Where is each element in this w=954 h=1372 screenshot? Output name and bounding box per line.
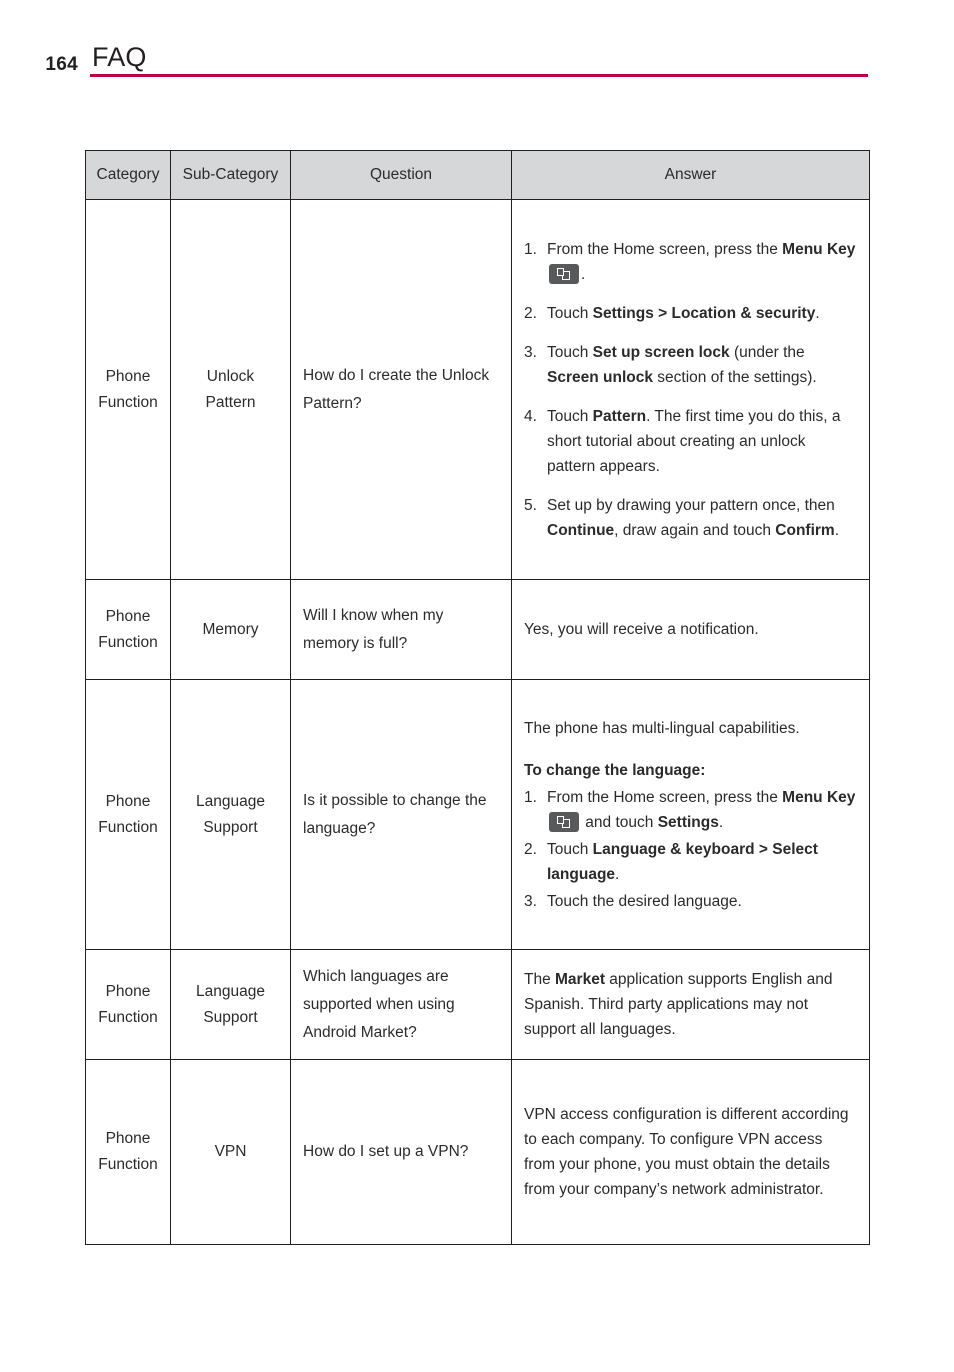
- column-header-category: Category: [85, 150, 171, 200]
- cell-subcategory: Unlock Pattern: [170, 199, 291, 580]
- page-header: 164 FAQ: [0, 40, 954, 86]
- step-text-bold: Pattern: [592, 407, 647, 425]
- step-text-bold: Menu Key: [782, 788, 856, 806]
- step-text-pre: From the Home screen, press the: [547, 788, 783, 806]
- cell-answer: VPN access configuration is different ac…: [511, 1059, 870, 1245]
- step-text-bold-2: Settings: [657, 813, 719, 831]
- menu-key-icon: [549, 811, 579, 832]
- cell-category: Phone Function: [85, 949, 171, 1060]
- table-row: Phone Function Unlock Pattern How do I c…: [85, 199, 870, 580]
- table-row: Phone Function Memory Will I know when m…: [85, 579, 870, 680]
- step-text-mid: , draw again and touch: [614, 521, 776, 539]
- step-text-pre: Touch: [547, 840, 593, 858]
- cell-question: How do I create the Unlock Pattern?: [290, 199, 512, 580]
- column-header-question: Question: [290, 150, 512, 200]
- step-text-post: .: [834, 521, 840, 539]
- faq-table: Category Sub-Category Question Answer Ph…: [85, 150, 870, 1245]
- cell-subcategory: Language Support: [170, 949, 291, 1060]
- step-text-mid: and touch: [581, 813, 658, 831]
- answer-step: Touch Settings > Location & security.: [524, 301, 857, 326]
- cell-subcategory: Language Support: [170, 679, 291, 950]
- column-header-subcategory: Sub-Category: [170, 150, 291, 200]
- table-header-row: Category Sub-Category Question Answer: [85, 150, 870, 200]
- cell-category: Phone Function: [85, 199, 171, 580]
- cell-subcategory: VPN: [170, 1059, 291, 1245]
- page-title: FAQ: [92, 42, 147, 72]
- answer-step: Set up by drawing your pattern once, the…: [524, 493, 857, 543]
- answer-step: From the Home screen, press the Menu Key…: [524, 237, 857, 287]
- step-text-pre: From the Home screen, press the: [547, 240, 783, 258]
- step-text-bold: Settings > Location & security: [592, 304, 816, 322]
- answer-step: Touch the desired language.: [524, 889, 857, 914]
- page-number: 164: [45, 54, 78, 75]
- step-text-bold-2: Screen unlock: [547, 368, 653, 386]
- cell-answer: The Market application supports English …: [511, 949, 870, 1060]
- table-row: Phone Function Language Support Is it po…: [85, 679, 870, 950]
- step-text-post: .: [615, 865, 620, 883]
- step-text-pre: Touch the desired language.: [547, 892, 742, 910]
- step-text-post: .: [815, 304, 820, 322]
- cell-category: Phone Function: [85, 679, 171, 950]
- cell-answer: Yes, you will receive a notification.: [511, 579, 870, 680]
- answer-lead-text: The phone has multi-lingual capabilities…: [524, 719, 800, 737]
- cell-question: Which languages are supported when using…: [290, 949, 512, 1060]
- answer-step-list: From the Home screen, press the Menu Key…: [524, 785, 857, 914]
- table-header: Category Sub-Category Question Answer: [85, 150, 870, 200]
- answer-text-pre: The: [524, 971, 556, 988]
- table-row: Phone Function VPN How do I set up a VPN…: [85, 1059, 870, 1245]
- answer-step: Touch Language & keyboard > Select langu…: [524, 837, 857, 887]
- step-text-bold: Set up screen lock: [592, 343, 730, 361]
- step-text-post: .: [718, 813, 724, 831]
- step-text-post: section of the settings).: [652, 368, 817, 386]
- cell-question: Will I know when my memory is full?: [290, 579, 512, 680]
- answer-step: Touch Set up screen lock (under the Scre…: [524, 340, 857, 390]
- answer-text-bold: Market: [555, 971, 605, 988]
- cell-subcategory: Memory: [170, 579, 291, 680]
- cell-answer: From the Home screen, press the Menu Key…: [511, 199, 870, 580]
- table-body: Phone Function Unlock Pattern How do I c…: [85, 199, 870, 1245]
- answer-subheading: To change the language:: [524, 761, 706, 779]
- cell-answer: The phone has multi-lingual capabilities…: [511, 679, 870, 950]
- step-text-bold: Menu Key: [782, 240, 856, 258]
- step-text-post: .: [581, 265, 586, 283]
- answer-step: From the Home screen, press the Menu Key…: [524, 785, 857, 835]
- step-text-bold-2: Confirm: [775, 521, 835, 539]
- header-rule-divider: [90, 74, 868, 77]
- step-text-pre: Touch: [547, 407, 593, 425]
- step-text-pre: Set up by drawing your pattern once, the…: [547, 496, 835, 514]
- step-text-pre: Touch: [547, 343, 593, 361]
- step-text-bold: Continue: [547, 521, 615, 539]
- cell-category: Phone Function: [85, 1059, 171, 1245]
- answer-step: Touch Pattern. The first time you do thi…: [524, 404, 857, 479]
- step-text-mid: (under the: [729, 343, 805, 361]
- column-header-answer: Answer: [511, 150, 870, 200]
- cell-question: How do I set up a VPN?: [290, 1059, 512, 1245]
- menu-key-icon: [549, 263, 579, 284]
- answer-step-list: From the Home screen, press the Menu Key…: [524, 237, 857, 543]
- cell-question: Is it possible to change the language?: [290, 679, 512, 950]
- cell-category: Phone Function: [85, 579, 171, 680]
- step-text-pre: Touch: [547, 304, 593, 322]
- table-row: Phone Function Language Support Which la…: [85, 949, 870, 1060]
